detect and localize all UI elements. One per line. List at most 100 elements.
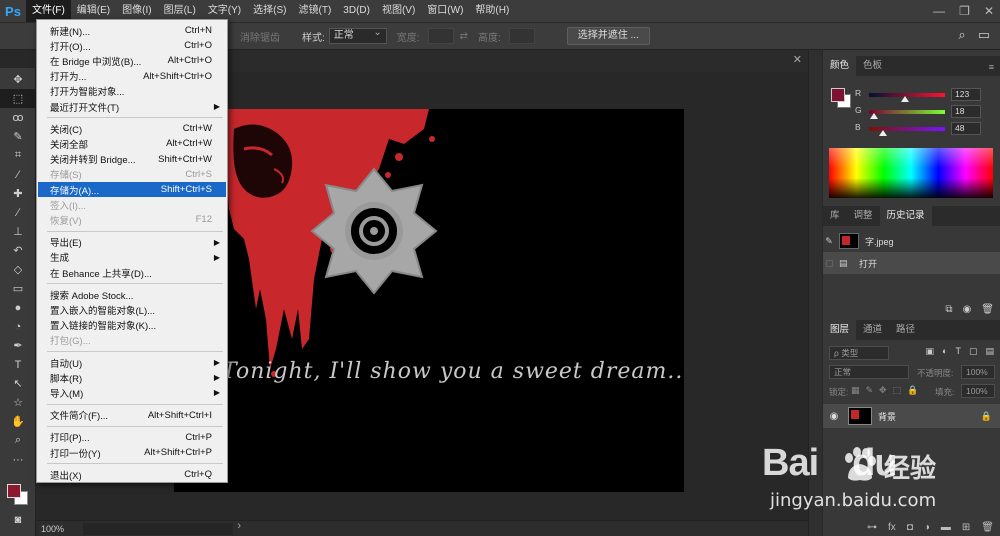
file-menu-item[interactable]: 脚本(R) ▶ [38,370,226,385]
quick-select-tool-icon[interactable]: ✎ [0,127,36,146]
menu-view[interactable]: 视图(V) [376,0,421,22]
color-panel-fg-swatch[interactable] [831,88,845,102]
delete-layer-icon[interactable]: 🗑 [981,522,994,533]
adjustment-layer-icon[interactable]: ◑ [924,522,930,533]
link-layers-icon[interactable]: ⊶ [867,522,877,533]
filter-smart-object-icon[interactable]: ▤ [985,346,994,357]
file-menu-item[interactable]: 最近打开文件(T) ▶ [38,99,226,114]
file-menu-item[interactable]: 退出(X) Ctrl+Q [38,467,226,482]
quick-mask-icon[interactable]: ◙ [0,510,36,529]
zoom-level[interactable]: 100% [41,524,81,534]
file-menu-item[interactable]: 自动(U) ▶ [38,355,226,370]
thumb-r[interactable] [901,96,910,102]
tab-swatches[interactable]: 色板 [856,56,889,76]
file-menu-item[interactable]: 关闭并转到 Bridge... Shift+Ctrl+W [38,152,226,167]
file-menu-item[interactable]: 关闭(C) Ctrl+W [38,121,226,136]
history-step[interactable]: ▢ ▤ 打开 [823,252,1000,274]
trash-icon[interactable]: 🗑 [981,304,994,315]
path-select-tool-icon[interactable]: ↖ [0,374,36,393]
menu-3d[interactable]: 3D(D) [337,0,376,22]
color-panel-menu-icon[interactable]: ≡ [989,62,994,72]
file-menu-item[interactable]: 关闭全部 Alt+Ctrl+W [38,136,226,151]
layer-style-icon[interactable]: fx [888,522,896,533]
file-menu-item[interactable]: 在 Behance 上共享(D)... [38,265,226,280]
width-input[interactable] [427,28,454,44]
slider-red[interactable]: R 123 [855,88,995,102]
foreground-color-swatch[interactable] [7,484,21,498]
hand-tool-icon[interactable]: ✋ [0,412,36,431]
more-tools-icon[interactable]: ··· [0,450,36,469]
visibility-eye-icon[interactable]: ◉ [826,411,842,422]
search-icon[interactable]: ⌕ [958,27,965,43]
file-menu-item[interactable]: 导入(M) ▶ [38,385,226,400]
clone-stamp-tool-icon[interactable]: ⊥ [0,222,36,241]
shape-tool-icon[interactable]: ☆ [0,393,36,412]
snapshot-camera-icon[interactable]: ◉ [963,304,972,315]
lock-options-icons[interactable]: ▦✎✥⬚🔒 [851,385,924,396]
tab-layers[interactable]: 图层 [823,320,857,340]
minimize-icon[interactable]: — [933,4,945,18]
pen-tool-icon[interactable]: ✒ [0,336,36,355]
thumb-b[interactable] [879,130,888,136]
zoom-tool-icon[interactable]: ⌕ [0,431,36,450]
history-brush-tool-icon[interactable]: ↶ [0,241,36,260]
marquee-tool-icon[interactable]: ⬚ [0,89,36,108]
layer-filter-select[interactable]: ρ 类型 [829,346,889,360]
file-menu-item[interactable]: 置入链接的智能对象(K)... [38,318,226,333]
history-brush-source-icon[interactable]: ✎ [823,236,835,247]
value-g[interactable]: 18 [951,105,981,118]
file-menu-item[interactable]: 生成 ▶ [38,250,226,265]
add-mask-icon[interactable]: ◘ [907,522,913,533]
menu-window[interactable]: 窗口(W) [421,0,469,22]
close-tab-icon[interactable]: ✕ [793,53,802,66]
filter-type-icon[interactable]: T [955,346,961,357]
file-menu-item[interactable]: 存储为(A)... Shift+Ctrl+S [38,182,226,197]
filter-pixel-icon[interactable]: ▣ [926,346,935,357]
slider-blue[interactable]: B 48 [855,122,995,136]
color-spectrum-ramp[interactable] [829,148,993,198]
file-menu-item[interactable]: 新建(N)... Ctrl+N [38,23,226,38]
file-menu-item[interactable]: 打印一份(Y) Alt+Shift+Ctrl+P [38,445,226,460]
tab-adjustments[interactable]: 调整 [847,206,880,226]
track-g[interactable] [869,110,945,114]
menu-select[interactable]: 选择(S) [247,0,292,22]
file-menu-item[interactable]: 在 Bridge 中浏览(B)... Alt+Ctrl+O [38,53,226,68]
layer-name[interactable]: 背景 [878,410,981,423]
file-menu-item[interactable]: 打开(O)... Ctrl+O [38,38,226,53]
file-menu-item[interactable]: 打开为... Alt+Shift+Ctrl+O [38,69,226,84]
history-snapshot[interactable]: ✎ 字.jpeg [823,230,1000,252]
crop-tool-icon[interactable]: ⌗ [0,146,36,165]
slider-green[interactable]: G 18 [855,105,995,119]
eyedropper-tool-icon[interactable]: ⁄ [0,165,36,184]
value-r[interactable]: 123 [951,88,981,101]
new-layer-icon[interactable]: ⊞ [962,522,970,533]
blur-tool-icon[interactable]: ● [0,298,36,317]
file-menu-item[interactable]: 打开为智能对象... [38,84,226,99]
brush-tool-icon[interactable]: ∕ [0,203,36,222]
status-info-scroll[interactable] [83,520,241,535]
filter-shape-icon[interactable]: ▢ [969,346,978,357]
value-b[interactable]: 48 [951,122,981,135]
swap-icon[interactable]: ⇄ [460,31,468,42]
layer-lock-icon[interactable]: 🔒 [981,411,992,422]
filter-adjustment-icon[interactable]: ◐ [942,346,947,357]
dodge-tool-icon[interactable]: ◔ [0,317,36,336]
eraser-tool-icon[interactable]: ◇ [0,260,36,279]
blend-mode-select[interactable]: 正常 [829,365,909,379]
anti-alias-label[interactable]: 消除锯齿 [240,29,280,44]
file-menu-item[interactable]: 打印(P)... Ctrl+P [38,430,226,445]
menu-help[interactable]: 帮助(H) [469,0,515,22]
tab-history[interactable]: 历史记录 [879,206,932,226]
type-tool-icon[interactable]: T [0,355,36,374]
file-menu-item[interactable]: 置入嵌入的智能对象(L)... [38,302,226,317]
new-group-icon[interactable]: ▬ [941,522,951,533]
new-document-from-state-icon[interactable]: ⧉ [945,304,952,315]
file-menu-item[interactable]: 搜索 Adobe Stock... [38,287,226,302]
layer-background[interactable]: ◉ 背景 🔒 [823,404,1000,428]
healing-brush-tool-icon[interactable]: ✚ [0,184,36,203]
restore-icon[interactable]: ❐ [959,4,970,18]
close-icon[interactable]: ✕ [984,4,994,18]
image-canvas[interactable]: Tonight, I'll show you a sweet dream... [174,109,684,492]
tab-paths[interactable]: 路径 [889,320,922,340]
tab-libraries[interactable]: 库 [823,206,847,226]
